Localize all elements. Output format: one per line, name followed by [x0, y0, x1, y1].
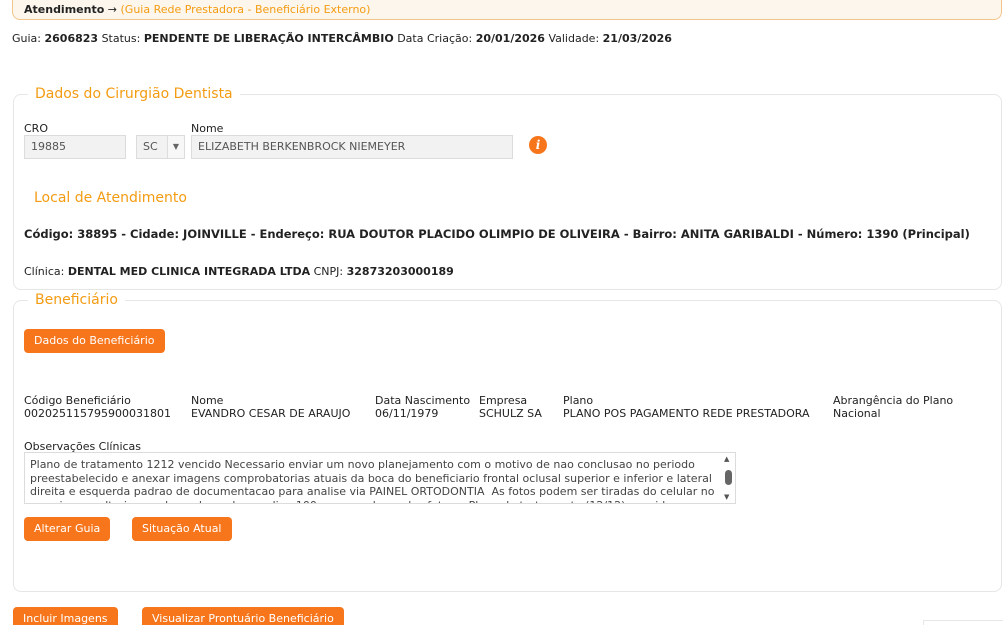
observacoes-text: Plano de tratamento 1212 vencido Necessa… [30, 458, 715, 503]
dados-beneficiario-button[interactable]: Dados do Beneficiário [24, 329, 165, 353]
breadcrumb: Atendimento → (Guia Rede Prestadora - Be… [24, 3, 371, 16]
info-icon[interactable]: i [529, 136, 547, 154]
empresa-label: Empresa [479, 394, 528, 407]
cro-input[interactable]: 19885 [24, 135, 126, 159]
local-endereco: Código: 38895 - Cidade: JOINVILLE - Ende… [24, 227, 970, 241]
scroll-thumb[interactable] [725, 470, 732, 485]
breadcrumb-bar: Atendimento → (Guia Rede Prestadora - Be… [12, 0, 1002, 20]
alterar-guia-button[interactable]: Alterar Guia [24, 517, 111, 541]
scroll-up-icon[interactable]: ▲ [724, 455, 729, 463]
textarea-scrollbar[interactable]: ▲ ▼ [723, 454, 734, 502]
plano-value: PLANO POS PAGAMENTO REDE PRESTADORA [563, 407, 810, 420]
abrangencia-label: Abrangência do Plano [833, 394, 954, 407]
situacao-atual-button[interactable]: Situação Atual [132, 517, 232, 541]
plano-label: Plano [563, 394, 594, 407]
page-subtitle: (Guia Rede Prestadora - Beneficiário Ext… [120, 3, 371, 16]
scroll-down-icon[interactable]: ▼ [724, 493, 729, 501]
codigo-beneficiario-value: 002025115795900031801 [24, 407, 171, 420]
nome-beneficiario-label: Nome [191, 394, 224, 407]
clinica-value: DENTAL MED CLINICA INTEGRADA LTDA [67, 265, 311, 278]
clinica-line: Clínica: DENTAL MED CLINICA INTEGRADA LT… [24, 265, 454, 278]
cnpj-value: 32873203000189 [346, 265, 454, 278]
dentista-legend: Dados do Cirurgião Dentista [28, 86, 240, 102]
observacoes-textarea[interactable]: Plano de tratamento 1212 vencido Necessa… [24, 452, 736, 504]
nome-dentista-input[interactable]: ELIZABETH BERKENBROCK NIEMEYER [191, 135, 513, 159]
data-nascimento-value: 06/11/1979 [375, 407, 439, 420]
abrangencia-value: Nacional [833, 407, 881, 420]
incluir-imagens-button[interactable]: Incluir Imagens [13, 607, 118, 625]
beneficiario-legend: Beneficiário [28, 292, 125, 308]
validade-value: 21/03/2026 [602, 32, 672, 45]
data-criacao-value: 20/01/2026 [475, 32, 545, 45]
data-nascimento-label: Data Nascimento [375, 394, 471, 407]
local-legend: Local de Atendimento [27, 190, 194, 206]
corner-panel [923, 620, 1003, 625]
uf-select[interactable]: SC ▼ [136, 135, 185, 159]
cro-label: CRO [24, 122, 48, 135]
codigo-beneficiario-label: Código Beneficiário [24, 394, 131, 407]
visualizar-prontuario-button[interactable]: Visualizar Prontuário Beneficiário [142, 607, 344, 625]
guia-summary: Guia: 2606823 Status: PENDENTE DE LIBERA… [12, 32, 672, 45]
page-title: Atendimento [24, 3, 105, 16]
guia-number: 2606823 [44, 32, 99, 45]
status-value: PENDENTE DE LIBERAÇÃO INTERCÂMBIO [143, 32, 394, 45]
nome-label: Nome [191, 122, 224, 135]
chevron-down-icon[interactable]: ▼ [167, 136, 184, 158]
nome-beneficiario-value: EVANDRO CESAR DE ARAUJO [191, 407, 351, 420]
empresa-value: SCHULZ SA [479, 407, 542, 420]
